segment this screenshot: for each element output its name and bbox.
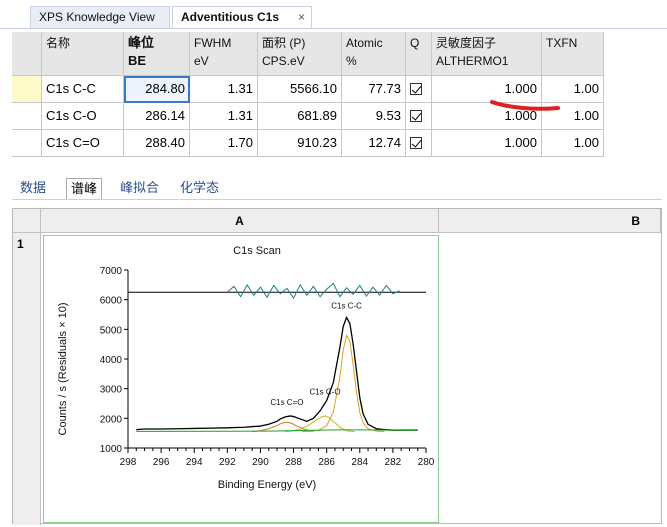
cell-be[interactable]: 284.80 bbox=[124, 76, 190, 103]
y-tick-label: 6000 bbox=[100, 296, 123, 307]
red-underline-annotation bbox=[490, 100, 560, 111]
row-header[interactable] bbox=[12, 103, 42, 130]
y-tick-label: 5000 bbox=[100, 325, 123, 336]
q-checkbox[interactable] bbox=[406, 103, 432, 130]
header-text: 灵敏度因子 bbox=[436, 36, 497, 50]
header-text: TXFN bbox=[546, 36, 578, 50]
close-icon[interactable]: × bbox=[298, 7, 305, 27]
column-header-b[interactable]: B bbox=[439, 209, 661, 233]
x-tick-label: 294 bbox=[186, 457, 203, 468]
x-tick-label: 296 bbox=[153, 457, 170, 468]
tab-xps-knowledge-view[interactable]: XPS Knowledge View bbox=[30, 6, 170, 28]
header-text: 名称 bbox=[46, 36, 71, 50]
peak-label: C1s C-C bbox=[331, 302, 362, 311]
tab-peak-fitting[interactable]: 峰拟合 bbox=[120, 178, 159, 198]
cell-atomic[interactable]: 9.53 bbox=[342, 103, 406, 130]
header-unit: BE bbox=[128, 53, 147, 68]
cell-be[interactable]: 286.14 bbox=[124, 103, 190, 130]
y-tick-label: 1000 bbox=[100, 444, 123, 455]
header-text: Q bbox=[410, 36, 420, 50]
report-sheet: A B 1 C1s Scan 1000 2000 3000 4000 5000 6000 70… bbox=[12, 208, 662, 525]
q-checkbox[interactable] bbox=[406, 76, 432, 103]
y-tick-label: 7000 bbox=[100, 266, 123, 277]
x-axis-label: Binding Energy (eV) bbox=[218, 479, 316, 491]
checkmark-icon bbox=[410, 110, 422, 122]
x-tick-label: 282 bbox=[385, 457, 402, 468]
x-tick-label: 284 bbox=[351, 457, 368, 468]
document-tab-bar: XPS Knowledge View Adventitious C1s × bbox=[0, 0, 667, 30]
header-sensitivity-factor[interactable]: 灵敏度因子 ALTHERMO1 bbox=[432, 32, 542, 76]
header-name[interactable]: 名称 bbox=[42, 32, 124, 76]
header-area[interactable]: 面积 (P) CPS.eV bbox=[258, 32, 342, 76]
tab-peaks[interactable]: 谱峰 bbox=[66, 178, 103, 199]
x-tick-label: 298 bbox=[120, 457, 137, 468]
tab-data[interactable]: 数据 bbox=[20, 178, 46, 198]
cell-atomic[interactable]: 12.74 bbox=[342, 130, 406, 157]
checkmark-icon bbox=[410, 83, 422, 95]
header-txfn[interactable]: TXFN bbox=[542, 32, 604, 76]
y-tick-label: 3000 bbox=[100, 385, 123, 396]
cell-atomic[interactable]: 77.73 bbox=[342, 76, 406, 103]
header-unit: % bbox=[346, 54, 357, 68]
header-atomic[interactable]: Atomic% bbox=[342, 32, 406, 76]
checkmark-icon bbox=[410, 137, 422, 149]
header-unit: CPS.eV bbox=[262, 54, 305, 68]
tab-adventitious-c1s[interactable]: Adventitious C1s × bbox=[172, 6, 312, 28]
tab-chemical-state[interactable]: 化学态 bbox=[180, 178, 219, 198]
x-tick-label: 280 bbox=[418, 457, 435, 468]
chart-cell[interactable]: C1s Scan 1000 2000 3000 4000 5000 6000 7000 298 2… bbox=[43, 235, 439, 523]
q-checkbox[interactable] bbox=[406, 130, 432, 157]
header-be[interactable]: 峰位 BE bbox=[124, 32, 190, 76]
x-tick-label: 286 bbox=[318, 457, 335, 468]
peak-table: 名称 峰位 BE FWHM eV 面积 (P) CPS.eV Atomic% Q 灵敏… bbox=[12, 32, 604, 159]
mode-tab-bar: 数据 谱峰 峰拟合 化学态 bbox=[12, 176, 662, 200]
y-axis-label: Counts / s (Residuals × 10) bbox=[57, 303, 69, 436]
tab-label: Adventitious C1s bbox=[181, 10, 280, 24]
row-header[interactable] bbox=[12, 130, 42, 157]
header-text: FWHM bbox=[194, 36, 232, 50]
header-fwhm[interactable]: FWHM eV bbox=[190, 32, 258, 76]
row-header[interactable] bbox=[12, 76, 42, 103]
corner-header bbox=[12, 32, 42, 76]
cell-name[interactable]: C1s C=O bbox=[42, 130, 124, 157]
cell-sensitivity-factor[interactable]: 1.000 bbox=[432, 130, 542, 157]
cell-name[interactable]: C1s C-C bbox=[42, 76, 124, 103]
cell-area[interactable]: 681.89 bbox=[258, 103, 342, 130]
x-tick-label: 288 bbox=[285, 457, 302, 468]
series-residuals bbox=[226, 282, 400, 300]
x-tick-label: 290 bbox=[252, 457, 269, 468]
tab-divider bbox=[0, 28, 667, 29]
cell-be[interactable]: 288.40 bbox=[124, 130, 190, 157]
peak-label: C1s C=O bbox=[270, 398, 303, 407]
tab-label: XPS Knowledge View bbox=[39, 10, 155, 24]
chart-title: C1s Scan bbox=[233, 245, 281, 257]
cell-name[interactable]: C1s C-O bbox=[42, 103, 124, 130]
sheet-corner[interactable] bbox=[13, 209, 41, 233]
header-q[interactable]: Q bbox=[406, 32, 432, 76]
y-tick-label: 2000 bbox=[100, 414, 123, 425]
cell-fwhm[interactable]: 1.31 bbox=[190, 76, 258, 103]
cell-fwhm[interactable]: 1.31 bbox=[190, 103, 258, 130]
c1s-scan-chart: C1s Scan 1000 2000 3000 4000 5000 6000 7000 298 2… bbox=[57, 245, 435, 491]
series-envelope bbox=[136, 315, 418, 431]
cell-fwhm[interactable]: 1.70 bbox=[190, 130, 258, 157]
cell-area[interactable]: 910.23 bbox=[258, 130, 342, 157]
header-text: 峰位 bbox=[128, 35, 155, 50]
x-tick-label: 292 bbox=[219, 457, 236, 468]
header-unit: eV bbox=[194, 54, 209, 68]
header-text: Atomic bbox=[346, 36, 383, 50]
header-text: 面积 (P) bbox=[262, 36, 306, 50]
peak-label: C1s C-O bbox=[309, 388, 340, 397]
cell-area[interactable]: 5566.10 bbox=[258, 76, 342, 103]
y-tick-label: 4000 bbox=[100, 355, 123, 366]
row-header-1[interactable]: 1 bbox=[13, 233, 41, 525]
cell-txfn[interactable]: 1.00 bbox=[542, 130, 604, 157]
header-unit: ALTHERMO1 bbox=[436, 54, 509, 68]
column-header-a[interactable]: A bbox=[41, 209, 439, 233]
